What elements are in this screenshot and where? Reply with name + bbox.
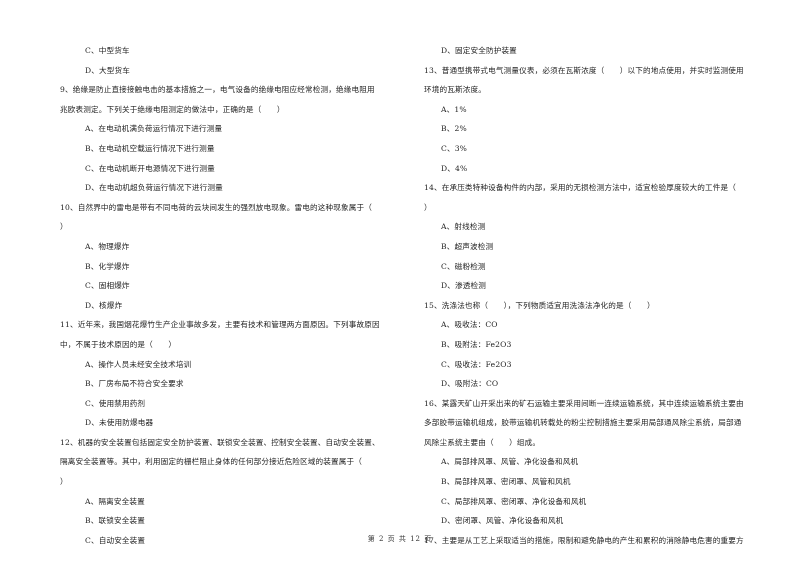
question-text: 中，不属于技术原因的是（ ）: [60, 339, 177, 349]
answer-option: D、固定安全防护装置: [441, 46, 517, 55]
answer-option: D、密闭罩、风管、净化设备和风机: [441, 516, 564, 526]
answer-option: A、射线检测: [441, 222, 486, 232]
exam-page: C、中型货车 D、大型货车 9、绝缘是防止直接接触电击的基本措施之一，电气设备的绝缘…: [0, 0, 800, 565]
question-text: 16、某露天矿山开采出来的矿石运输主要采用间断一连续运输系统，其中连续运输系统主…: [424, 398, 744, 408]
question-text: 9、绝缘是防止直接接触电击的基本措施之一，电气设备的绝缘电阻应经常检测，绝缘电阻…: [60, 85, 375, 95]
question-text: 11、近年来，我国烟花爆竹生产企业事故多发，主要有技术和管理两方面原因。下列事故…: [60, 320, 380, 330]
answer-option: A、操作人员未经安全技术培训: [85, 359, 192, 369]
answer-option: B、厂房布局不符合安全要求: [85, 379, 184, 389]
question-text: 兆欧表测定。下列关于绝缘电阻测定的做法中，正确的是（ ）: [60, 104, 285, 114]
answer-option: A、隔离安全装置: [85, 496, 145, 506]
answer-option: C、磁粉检测: [441, 261, 486, 271]
question-text: 风除尘系统主要由（ ）组成。: [424, 437, 541, 447]
answer-option: B、超声波检测: [441, 241, 494, 251]
answer-option: A、局部排风罩、风管、净化设备和风机: [441, 457, 579, 467]
answer-option: B、吸附法：Fe2O3: [441, 339, 512, 349]
answer-option: D、大型货车: [85, 65, 130, 75]
question-text: 10、自然界中的雷电是带有不同电荷的云块间发生的强烈放电现象。雷电的这种现象属于…: [60, 202, 372, 212]
answer-option: B、联锁安全装置: [85, 516, 145, 526]
left-column: C、中型货车 D、大型货车 9、绝缘是防止直接接触电击的基本措施之一，电气设备的绝缘…: [60, 41, 415, 550]
answer-option: D、4%: [441, 163, 468, 173]
answer-option: A、吸收法：CO: [441, 320, 498, 330]
answer-option: D、在电动机超负荷运行情况下进行测量: [85, 183, 223, 193]
answer-option: C、中型货车: [85, 46, 130, 55]
question-text: 12、机器的安全装置包括固定安全防护装置、联锁安全装置、控制安全装置、自动安全装…: [60, 437, 380, 447]
question-text: 隔离安全装置等。其中，利用固定的栅栏阻止身体的任何部分接近危险区域的装置属于（: [60, 457, 363, 467]
question-text: 13、普通型携带式电气测量仪表，必须在瓦斯浓度（ ）以下的地点使用，并实时监测使…: [424, 65, 744, 75]
answer-option: B、在电动机空载运行情况下进行测量: [85, 143, 215, 153]
answer-option: D、未使用防爆电器: [85, 418, 154, 428]
answer-option: B、2%: [441, 124, 467, 134]
answer-option: C、局部排风罩、密闭罩、净化设备和风机: [441, 496, 587, 506]
question-text: 14、在承压类特种设备构件的内部，采用的无损检测方法中，适宜检验厚度较大的工件是…: [424, 183, 736, 193]
answer-option: A、1%: [441, 104, 467, 114]
answer-option: C、3%: [441, 143, 468, 153]
answer-option: D、渗透检测: [441, 281, 486, 291]
question-text: 环境的瓦斯浓度。: [424, 85, 486, 95]
answer-option: C、吸收法：Fe2O3: [441, 359, 512, 369]
answer-option: B、局部排风罩、密闭罩、风管和风机: [441, 477, 571, 487]
question-text: ）: [60, 477, 68, 487]
answer-option: C、在电动机断开电源情况下进行测量: [85, 163, 215, 173]
answer-option: D、核爆炸: [85, 300, 123, 310]
question-text: 多部胶带运输机组成，胶带运输机转载处的粉尘控制措施主要采用局部通风除尘系统，局部…: [424, 418, 742, 428]
page-footer: 第 2 页 共 12 页: [367, 535, 433, 543]
question-text: ）: [424, 202, 432, 212]
answer-option: A、在电动机满负荷运行情况下进行测量: [85, 124, 223, 134]
question-text: 15、洗涤法也称（ ），下列物质适宜用洗涤法净化的是（ ）: [424, 300, 655, 310]
answer-option: A、物理爆炸: [85, 241, 130, 251]
question-text: ）: [60, 222, 68, 232]
answer-option: C、固相爆炸: [85, 281, 130, 291]
answer-option: D、吸附法：CO: [441, 379, 499, 389]
right-column: D、固定安全防护装置 13、普通型携带式电气测量仪表，必须在瓦斯浓度（ ）以下的地…: [424, 41, 779, 550]
answer-option: B、化学爆炸: [85, 261, 130, 271]
answer-option: C、使用禁用药剂: [85, 398, 146, 408]
